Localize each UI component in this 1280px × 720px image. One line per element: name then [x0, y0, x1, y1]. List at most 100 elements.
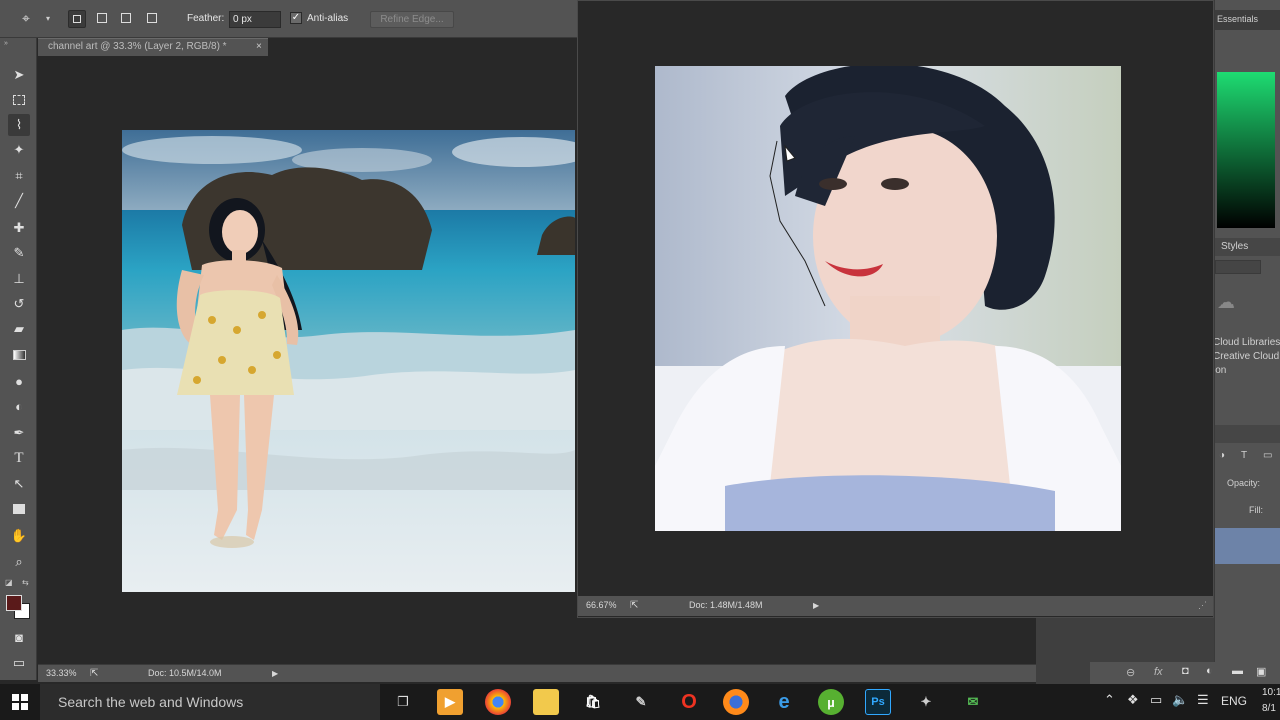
- layers-bottom-bar: ⊖ fx ◘ ◐ ▬ ▣: [1090, 662, 1280, 684]
- resize-grip-icon[interactable]: ⋰: [1198, 596, 1207, 615]
- swap-colors-icon[interactable]: ⇆: [22, 578, 29, 587]
- new-selection-button[interactable]: [68, 10, 86, 28]
- quick-selection-tool-icon[interactable]: ✦: [8, 139, 30, 161]
- styles-dropdown[interactable]: [1215, 260, 1261, 274]
- clone-stamp-tool-icon[interactable]: ⊥: [8, 268, 30, 290]
- paint-icon[interactable]: ✎: [628, 689, 654, 715]
- feather-label: Feather:: [187, 13, 225, 24]
- styles-tab[interactable]: Styles: [1215, 238, 1280, 256]
- hand-tool-icon[interactable]: ✋: [8, 525, 30, 547]
- cc-line-2: Creative Cloud: [1214, 351, 1280, 362]
- color-picker-field[interactable]: [1217, 72, 1275, 228]
- layer-style-icon[interactable]: fx: [1154, 666, 1163, 678]
- clock-time[interactable]: 10:1: [1262, 687, 1280, 698]
- path-selection-tool-icon[interactable]: ↖: [8, 473, 30, 495]
- intersect-selection-button[interactable]: [144, 10, 162, 28]
- document-tab-title: channel art @ 33.3% (Layer 2, RGB/8) *: [48, 41, 227, 52]
- tray-expand-icon[interactable]: ⌃: [1104, 692, 1115, 708]
- lasso-tool-icon[interactable]: ⌇: [8, 114, 30, 136]
- start-button[interactable]: [0, 684, 40, 720]
- eyedropper-tool-icon[interactable]: ╱: [8, 190, 30, 212]
- quick-mask-icon[interactable]: ◙: [8, 626, 30, 648]
- app-icon-1[interactable]: ✦: [913, 689, 939, 715]
- styles-tab-label: Styles: [1221, 241, 1249, 252]
- taskbar-search-box[interactable]: Search the web and Windows: [40, 684, 380, 720]
- move-tool-icon[interactable]: ➤: [8, 64, 30, 86]
- dropbox-icon[interactable]: ❖: [1127, 692, 1139, 708]
- selected-layer-row[interactable]: [1215, 528, 1280, 564]
- new-group-icon[interactable]: ▬: [1232, 665, 1243, 677]
- workspace-switcher[interactable]: Essentials: [1215, 10, 1280, 30]
- subtract-from-selection-button[interactable]: [118, 10, 136, 28]
- new-layer-icon[interactable]: ▣: [1256, 665, 1266, 678]
- polygonal-lasso-preset-icon[interactable]: ⌖: [22, 10, 30, 27]
- feather-input[interactable]: 0 px: [229, 11, 281, 28]
- adjustment-layer-icon[interactable]: ◐: [1206, 665, 1213, 677]
- foreground-color-swatch[interactable]: [6, 595, 22, 611]
- history-brush-tool-icon[interactable]: ↺: [8, 293, 30, 315]
- status-menu-arrow-icon[interactable]: ▶: [272, 665, 278, 682]
- canvas-image-portrait[interactable]: [655, 66, 1121, 531]
- task-view-icon[interactable]: ❐: [390, 689, 416, 715]
- clock-date[interactable]: 8/1: [1262, 703, 1276, 714]
- preset-dropdown-icon[interactable]: ▾: [46, 14, 50, 23]
- close-icon[interactable]: ×: [256, 39, 262, 55]
- store-icon[interactable]: 🛍: [580, 689, 606, 715]
- gradient-tool-icon[interactable]: [8, 344, 30, 366]
- tools-panel: » ➤ ⌇ ✦ ⌗ ╱ ✚ ✎ ⊥ ↺ ▰ ● ◐ ✒ T ↖ ✋ ⌕ ◪ ⇆ …: [0, 38, 37, 680]
- share-icon[interactable]: ⇱: [90, 665, 98, 682]
- app-icon-2[interactable]: ✉: [960, 689, 986, 715]
- canvas-image-beach[interactable]: [122, 130, 575, 592]
- float-zoom-level[interactable]: 66.67%: [586, 596, 617, 615]
- photoshop-icon[interactable]: Ps: [865, 689, 891, 715]
- document-tab[interactable]: channel art @ 33.3% (Layer 2, RGB/8) * ×: [38, 38, 268, 56]
- layer-filter-icon[interactable]: ◑: [1219, 450, 1225, 461]
- opera-icon[interactable]: O: [676, 689, 702, 715]
- utorrent-icon[interactable]: µ: [818, 689, 844, 715]
- action-center-icon[interactable]: ☰: [1197, 692, 1209, 708]
- crop-tool-icon[interactable]: ⌗: [8, 165, 30, 187]
- tools-collapse-icon[interactable]: »: [4, 40, 8, 47]
- default-colors-icon[interactable]: ◪: [5, 578, 13, 587]
- doc-size: Doc: 10.5M/14.0M: [148, 668, 222, 678]
- cc-line-3: ion: [1214, 365, 1227, 376]
- media-player-icon[interactable]: ▶: [437, 689, 463, 715]
- creative-cloud-icon: ☁: [1217, 292, 1235, 312]
- file-explorer-icon[interactable]: [533, 689, 559, 715]
- type-tool-icon[interactable]: T: [8, 447, 30, 469]
- zoom-tool-icon[interactable]: ⌕: [8, 551, 30, 573]
- float-doc-size: Doc: 1.48M/1.48M: [689, 600, 763, 610]
- add-to-selection-button[interactable]: [94, 10, 112, 28]
- opacity-label: Opacity:: [1227, 478, 1261, 488]
- pen-tool-icon[interactable]: ✒: [8, 422, 30, 444]
- screen-mode-icon[interactable]: ▭: [8, 652, 30, 674]
- edge-icon[interactable]: e: [771, 689, 797, 715]
- firefox-icon[interactable]: [723, 689, 749, 715]
- rectangle-tool-icon[interactable]: [8, 498, 30, 520]
- healing-brush-tool-icon[interactable]: ✚: [8, 217, 30, 239]
- cc-line-1: Cloud Libraries,: [1214, 337, 1280, 348]
- refine-edge-button[interactable]: Refine Edge...: [370, 11, 454, 28]
- layer-type-filter-icon[interactable]: T: [1241, 450, 1247, 461]
- zoom-level[interactable]: 33.33%: [46, 665, 77, 682]
- language-indicator[interactable]: ENG: [1221, 694, 1247, 708]
- floating-status-bar: 66.67% ⇱ Doc: 1.48M/1.48M ▶ ⋰: [578, 596, 1213, 616]
- antialias-label: Anti-alias: [307, 13, 349, 24]
- float-status-menu-arrow-icon[interactable]: ▶: [813, 596, 819, 615]
- dodge-tool-icon[interactable]: ◐: [8, 395, 30, 417]
- windows-logo-icon: [12, 694, 28, 710]
- eraser-tool-icon[interactable]: ▰: [8, 318, 30, 340]
- chrome-icon[interactable]: [485, 689, 511, 715]
- beach-photo: [122, 130, 575, 592]
- blur-tool-icon[interactable]: ●: [8, 370, 30, 392]
- add-mask-icon[interactable]: ◘: [1182, 665, 1189, 677]
- network-icon[interactable]: ▭: [1150, 692, 1162, 708]
- float-share-icon[interactable]: ⇱: [630, 596, 638, 615]
- volume-icon[interactable]: 🔈: [1172, 692, 1188, 708]
- antialias-checkbox[interactable]: ✓: [290, 12, 302, 24]
- link-layers-icon[interactable]: ⊖: [1126, 666, 1135, 679]
- layer-shape-filter-icon[interactable]: ▭: [1263, 450, 1272, 461]
- marquee-tool-icon[interactable]: [8, 89, 30, 111]
- brush-tool-icon[interactable]: ✎: [8, 242, 30, 264]
- fill-label: Fill:: [1249, 505, 1263, 515]
